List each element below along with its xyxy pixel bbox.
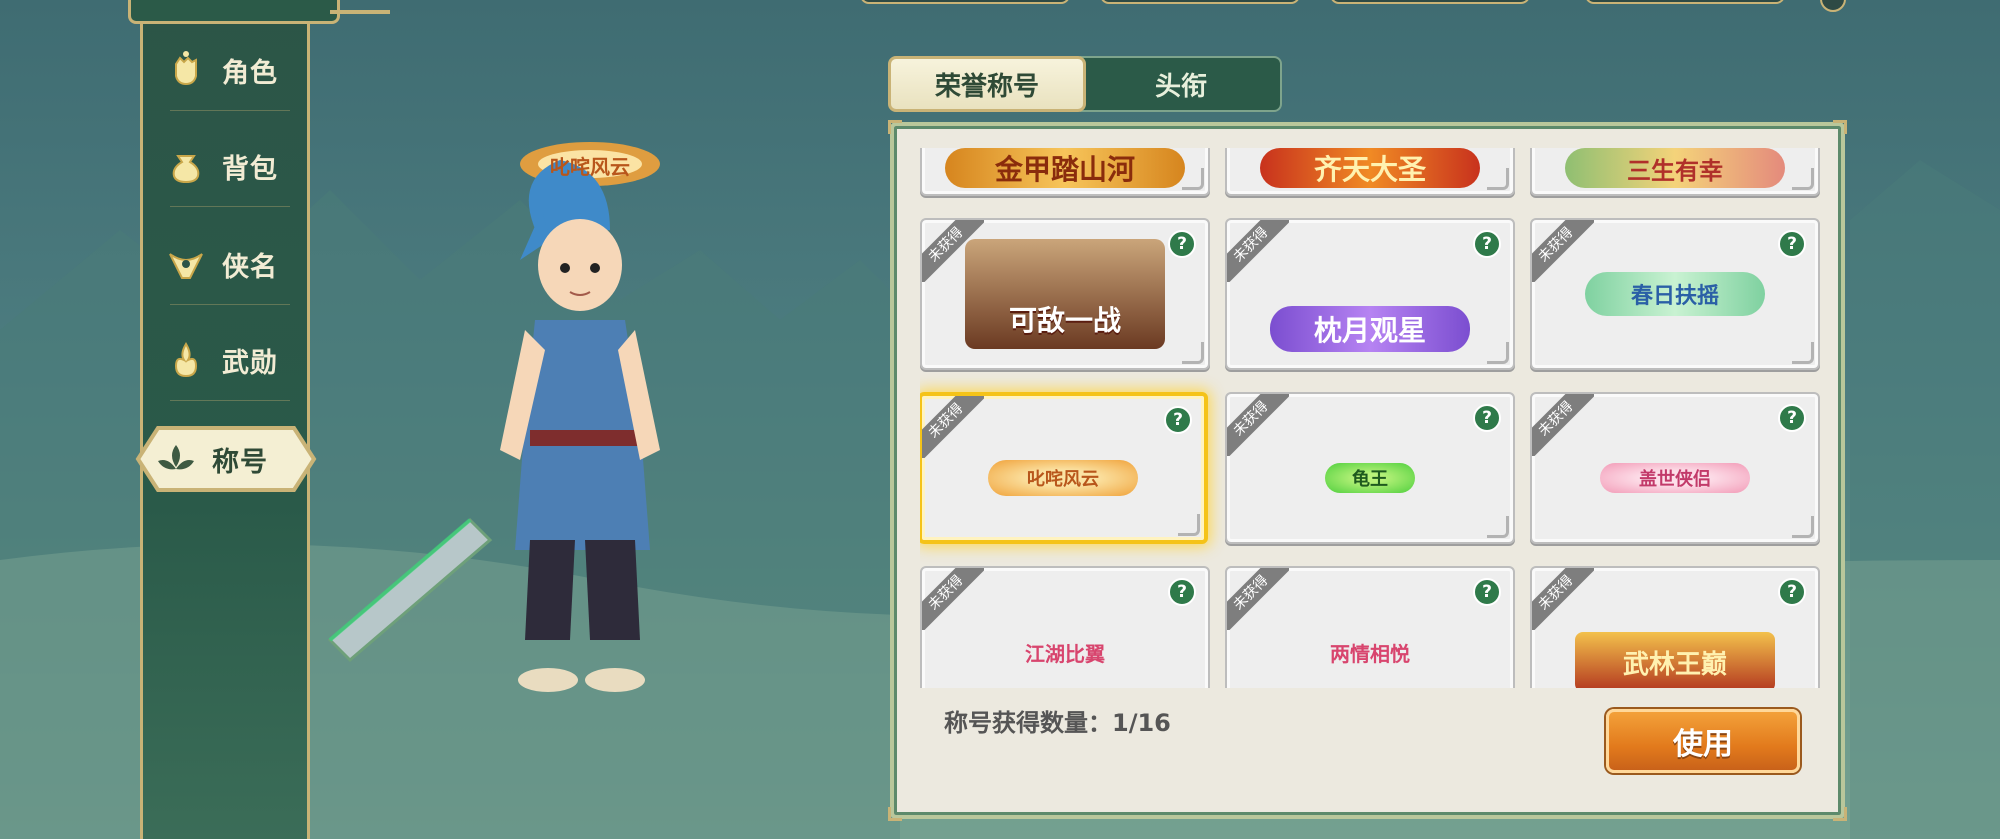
title-card[interactable]: 武林王巅 未获得 ? — [1530, 566, 1820, 688]
fist-icon — [164, 48, 208, 92]
nav-label: 角色 — [222, 57, 278, 89]
top-tab-stub — [1585, 0, 1785, 4]
unobtained-ribbon: 未获得 — [1227, 394, 1289, 456]
help-icon[interactable]: ? — [1164, 406, 1192, 434]
title-name: 可敌一战 — [1008, 304, 1121, 337]
lotus-icon — [154, 437, 198, 481]
card-corner-ornament — [1792, 516, 1814, 538]
title-card-selected[interactable]: 叱咤风云 未获得 ? — [920, 392, 1208, 544]
nav-divider — [170, 400, 290, 401]
unobtained-ribbon: 未获得 — [1227, 220, 1289, 282]
title-card[interactable]: 江湖比翼 未获得 ? — [920, 566, 1210, 688]
unobtained-ribbon: 未获得 — [1227, 568, 1289, 630]
title-card[interactable]: 两情相悦 未获得 ? — [1225, 566, 1515, 688]
title-card[interactable]: 春日扶摇 未获得 ? — [1530, 218, 1820, 370]
title-name: 江湖比翼 — [1025, 641, 1105, 666]
panel-corner-ornament — [888, 120, 902, 134]
nav-item-bag[interactable]: 背包 — [150, 136, 300, 196]
use-button[interactable]: 使用 — [1606, 709, 1800, 773]
panel-corner-ornament — [1833, 807, 1847, 821]
title-name: 金甲踏山河 — [994, 153, 1135, 186]
card-corner-ornament — [1487, 342, 1509, 364]
side-nav-header-ornament — [330, 10, 390, 14]
title-card[interactable]: 枕月观星 未获得 ? — [1225, 218, 1515, 370]
unobtained-ribbon: 未获得 — [1532, 394, 1594, 456]
title-card[interactable]: 龟王 未获得 ? — [1225, 392, 1515, 544]
card-corner-ornament — [1182, 168, 1204, 190]
nav-divider — [170, 304, 290, 305]
title-name: 三生有幸 — [1627, 155, 1723, 185]
nav-divider — [170, 206, 290, 207]
equipped-title-text: 叱咤风云 — [550, 155, 630, 179]
bag-icon — [164, 144, 208, 188]
nav-item-merit[interactable]: 武勋 — [150, 330, 300, 390]
title-count-text: 称号获得数量：1/16 — [944, 709, 1171, 737]
help-icon[interactable]: ? — [1778, 230, 1806, 258]
help-icon[interactable]: ? — [1473, 404, 1501, 432]
nav-item-title[interactable]: 称号 — [150, 429, 320, 489]
card-corner-ornament — [1792, 168, 1814, 190]
top-tab-stub — [860, 0, 1070, 4]
title-art: 金甲踏山河 — [922, 148, 1208, 194]
side-nav-panel — [140, 0, 310, 839]
title-art: 三生有幸 — [1532, 148, 1818, 194]
nav-item-role[interactable]: 角色 — [150, 40, 300, 100]
unobtained-ribbon: 未获得 — [1532, 568, 1594, 630]
title-art: 齐天大圣 — [1227, 148, 1513, 194]
card-corner-ornament — [1178, 514, 1200, 536]
title-card[interactable]: 齐天大圣 — [1225, 148, 1515, 196]
help-icon[interactable]: ? — [1473, 578, 1501, 606]
help-icon[interactable]: ? — [1168, 230, 1196, 258]
nav-label: 侠名 — [222, 251, 278, 283]
card-corner-ornament — [1487, 168, 1509, 190]
nav-divider — [170, 110, 290, 111]
title-card[interactable]: 三生有幸 — [1530, 148, 1820, 196]
fan-icon — [164, 242, 208, 286]
title-name: 春日扶摇 — [1630, 283, 1719, 309]
flame-icon — [164, 338, 208, 382]
side-nav-header — [128, 0, 340, 24]
title-name: 盖世侠侣 — [1639, 469, 1711, 490]
help-icon[interactable]: ? — [1473, 230, 1501, 258]
nav-label: 称号 — [212, 446, 268, 478]
card-corner-ornament — [1487, 516, 1509, 538]
help-icon[interactable]: ? — [1168, 578, 1196, 606]
unobtained-ribbon: 未获得 — [922, 396, 984, 458]
title-name: 叱咤风云 — [1027, 469, 1099, 490]
tab-honor-titles[interactable]: 荣誉称号 — [888, 56, 1086, 112]
panel-corner-ornament — [1833, 120, 1847, 134]
tab-rank-titles[interactable]: 头衔 — [1080, 56, 1282, 112]
title-name: 武林王巅 — [1622, 649, 1727, 680]
unobtained-ribbon: 未获得 — [922, 220, 984, 282]
unobtained-ribbon: 未获得 — [922, 568, 984, 630]
nav-item-title-active[interactable]: 称号 — [124, 424, 328, 494]
card-corner-ornament — [1792, 342, 1814, 364]
title-grid[interactable]: 金甲踏山河 齐天大圣 三生有幸 可敌一战 未获得 ? 枕月观星 未获得 ? 春日… — [920, 148, 1820, 688]
unobtained-ribbon: 未获得 — [1532, 220, 1594, 282]
nav-label: 背包 — [222, 153, 278, 185]
help-icon[interactable]: ? — [1778, 404, 1806, 432]
nav-item-name[interactable]: 侠名 — [150, 234, 300, 294]
top-tab-stub — [1100, 0, 1300, 4]
title-name: 齐天大圣 — [1313, 153, 1426, 186]
nav-label: 武勋 — [222, 347, 278, 379]
title-card[interactable]: 可敌一战 未获得 ? — [920, 218, 1210, 370]
title-name: 龟王 — [1352, 469, 1388, 490]
card-corner-ornament — [1182, 342, 1204, 364]
title-name: 枕月观星 — [1313, 314, 1426, 347]
top-tab-stub — [1330, 0, 1530, 4]
help-icon[interactable]: ? — [1778, 578, 1806, 606]
title-card[interactable]: 金甲踏山河 — [920, 148, 1210, 196]
panel-corner-ornament — [888, 807, 902, 821]
title-card[interactable]: 盖世侠侣 未获得 ? — [1530, 392, 1820, 544]
title-name: 两情相悦 — [1330, 641, 1410, 666]
character-preview: 叱咤风云 — [320, 120, 740, 740]
